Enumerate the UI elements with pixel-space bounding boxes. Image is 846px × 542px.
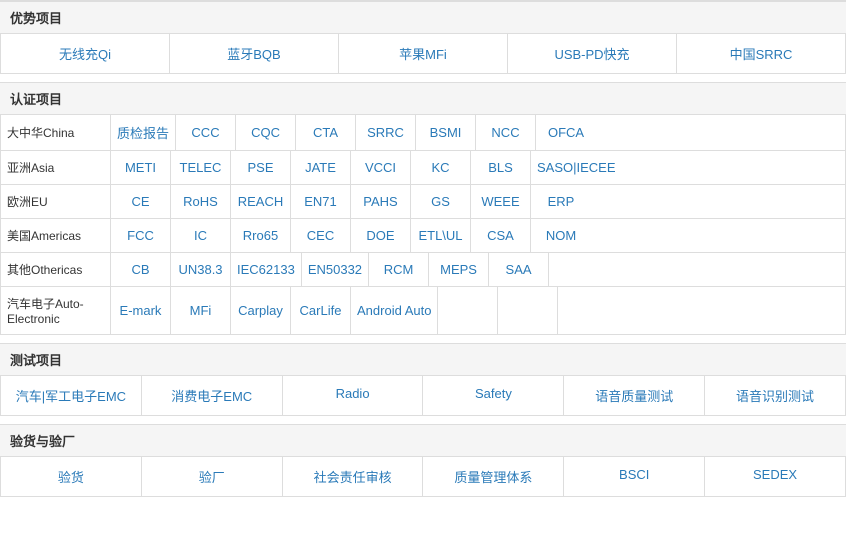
cert-cell-other-2[interactable]: IEC62133 — [231, 253, 302, 286]
cert-cell-asia-3[interactable]: JATE — [291, 151, 351, 184]
inspection-item-5[interactable]: SEDEX — [705, 457, 845, 496]
cert-label-china: 大中华China — [1, 115, 111, 150]
cert-cell-americas-7[interactable]: NOM — [531, 219, 591, 252]
inspection-item-1[interactable]: 验厂 — [142, 457, 283, 496]
advantage-item-1[interactable]: 蓝牙BQB — [170, 34, 339, 73]
cert-cell-auto-6 — [498, 287, 558, 334]
cert-row-other: 其他Othericas CB UN38.3 IEC62133 EN50332 R… — [1, 253, 845, 287]
testing-title: 测试项目 — [0, 343, 846, 376]
cert-cell-other-5[interactable]: MEPS — [429, 253, 489, 286]
testing-item-5[interactable]: 语音识别测试 — [705, 376, 845, 415]
cert-cells-asia: METI TELEC PSE JATE VCCI KC BLS SASO|IEC… — [111, 151, 845, 184]
cert-cell-china-4[interactable]: SRRC — [356, 115, 416, 150]
advantage-item-4[interactable]: 中国SRRC — [677, 34, 845, 73]
cert-cell-auto-0[interactable]: E-mark — [111, 287, 171, 334]
cert-cell-china-5[interactable]: BSMI — [416, 115, 476, 150]
cert-cell-other-7 — [549, 253, 609, 286]
cert-cell-asia-6[interactable]: BLS — [471, 151, 531, 184]
cert-cell-china-2[interactable]: CQC — [236, 115, 296, 150]
cert-label-asia: 亚洲Asia — [1, 151, 111, 184]
cert-cells-eu: CE RoHS REACH EN71 PAHS GS WEEE ERP — [111, 185, 845, 218]
testing-item-1[interactable]: 消费电子EMC — [142, 376, 283, 415]
cert-row-asia: 亚洲Asia METI TELEC PSE JATE VCCI KC BLS S… — [1, 151, 845, 185]
cert-cell-americas-2[interactable]: Rro65 — [231, 219, 291, 252]
testing-item-3[interactable]: Safety — [423, 376, 564, 415]
cert-label-auto: 汽车电子Auto-Electronic — [1, 287, 111, 334]
inspection-item-4[interactable]: BSCI — [564, 457, 705, 496]
cert-label-eu: 欧洲EU — [1, 185, 111, 218]
inspection-title: 验货与验厂 — [0, 424, 846, 457]
cert-cell-eu-4[interactable]: PAHS — [351, 185, 411, 218]
cert-label-americas: 美国Americas — [1, 219, 111, 252]
cert-cell-asia-2[interactable]: PSE — [231, 151, 291, 184]
cert-cells-americas: FCC IC Rro65 CEC DOE ETL\UL CSA NOM — [111, 219, 845, 252]
cert-cell-china-3[interactable]: CTA — [296, 115, 356, 150]
cert-cell-americas-3[interactable]: CEC — [291, 219, 351, 252]
cert-cell-asia-7[interactable]: SASO|IECEE — [531, 151, 622, 184]
cert-cell-other-1[interactable]: UN38.3 — [171, 253, 231, 286]
cert-cell-auto-3[interactable]: CarLife — [291, 287, 351, 334]
cert-cell-eu-6[interactable]: WEEE — [471, 185, 531, 218]
cert-cell-auto-2[interactable]: Carplay — [231, 287, 291, 334]
cert-cell-asia-1[interactable]: TELEC — [171, 151, 231, 184]
cert-cell-other-4[interactable]: RCM — [369, 253, 429, 286]
advantage-item-0[interactable]: 无线充Qi — [1, 34, 170, 73]
cert-cell-asia-5[interactable]: KC — [411, 151, 471, 184]
cert-cells-other: CB UN38.3 IEC62133 EN50332 RCM MEPS SAA — [111, 253, 845, 286]
cert-cell-eu-0[interactable]: CE — [111, 185, 171, 218]
cert-cell-americas-4[interactable]: DOE — [351, 219, 411, 252]
advantage-item-3[interactable]: USB-PD快充 — [508, 34, 677, 73]
cert-cell-eu-3[interactable]: EN71 — [291, 185, 351, 218]
cert-cell-americas-5[interactable]: ETL\UL — [411, 219, 471, 252]
cert-cell-china-7[interactable]: OFCA — [536, 115, 596, 150]
cert-cell-eu-5[interactable]: GS — [411, 185, 471, 218]
testing-row: 汽车|军工电子EMC 消费电子EMC Radio Safety 语音质量测试 语… — [0, 376, 846, 416]
cert-cell-china-0[interactable]: 质检报告 — [111, 115, 176, 150]
cert-cell-auto-5 — [438, 287, 498, 334]
cert-cell-asia-0[interactable]: METI — [111, 151, 171, 184]
cert-cell-americas-0[interactable]: FCC — [111, 219, 171, 252]
cert-cell-other-6[interactable]: SAA — [489, 253, 549, 286]
cert-cell-eu-1[interactable]: RoHS — [171, 185, 231, 218]
cert-row-china: 大中华China 质检报告 CCC CQC CTA SRRC BSMI NCC … — [1, 115, 845, 151]
cert-cell-other-3[interactable]: EN50332 — [302, 253, 369, 286]
cert-cells-auto: E-mark MFi Carplay CarLife Android Auto — [111, 287, 845, 334]
cert-row-eu: 欧洲EU CE RoHS REACH EN71 PAHS GS WEEE ERP — [1, 185, 845, 219]
cert-cell-auto-1[interactable]: MFi — [171, 287, 231, 334]
cert-cell-americas-6[interactable]: CSA — [471, 219, 531, 252]
cert-cell-eu-7[interactable]: ERP — [531, 185, 591, 218]
inspection-item-2[interactable]: 社会责任审核 — [283, 457, 424, 496]
certification-title: 认证项目 — [0, 82, 846, 115]
testing-item-0[interactable]: 汽车|军工电子EMC — [1, 376, 142, 415]
cert-cell-asia-4[interactable]: VCCI — [351, 151, 411, 184]
inspection-item-3[interactable]: 质量管理体系 — [423, 457, 564, 496]
certification-table: 大中华China 质检报告 CCC CQC CTA SRRC BSMI NCC … — [0, 115, 846, 335]
testing-item-2[interactable]: Radio — [283, 376, 424, 415]
advantage-item-2[interactable]: 苹果MFi — [339, 34, 508, 73]
cert-label-other: 其他Othericas — [1, 253, 111, 286]
advantage-row: 无线充Qi 蓝牙BQB 苹果MFi USB-PD快充 中国SRRC — [0, 34, 846, 74]
cert-cell-china-6[interactable]: NCC — [476, 115, 536, 150]
cert-cell-americas-1[interactable]: IC — [171, 219, 231, 252]
testing-item-4[interactable]: 语音质量测试 — [564, 376, 705, 415]
cert-row-auto: 汽车电子Auto-Electronic E-mark MFi Carplay C… — [1, 287, 845, 334]
advantage-title: 优势项目 — [0, 1, 846, 34]
cert-row-americas: 美国Americas FCC IC Rro65 CEC DOE ETL\UL C… — [1, 219, 845, 253]
inspection-item-0[interactable]: 验货 — [1, 457, 142, 496]
cert-cells-china: 质检报告 CCC CQC CTA SRRC BSMI NCC OFCA — [111, 115, 845, 150]
cert-cell-auto-4[interactable]: Android Auto — [351, 287, 438, 334]
cert-cell-auto-7 — [558, 287, 618, 334]
inspection-row: 验货 验厂 社会责任审核 质量管理体系 BSCI SEDEX — [0, 457, 846, 497]
cert-cell-eu-2[interactable]: REACH — [231, 185, 291, 218]
cert-cell-other-0[interactable]: CB — [111, 253, 171, 286]
cert-cell-china-1[interactable]: CCC — [176, 115, 236, 150]
